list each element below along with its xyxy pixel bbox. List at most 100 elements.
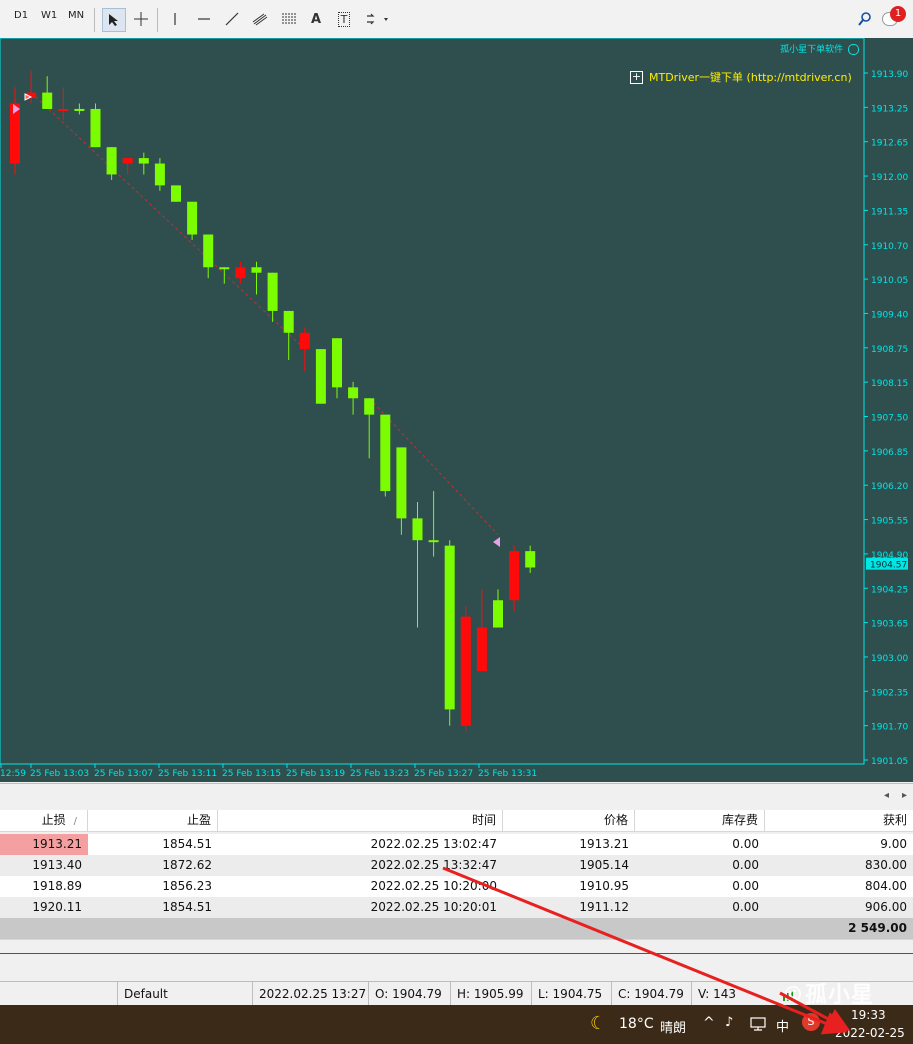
header-swap[interactable]: 库存费 [635, 810, 765, 831]
price-label: 1907.50 [871, 414, 908, 424]
candle-body [171, 185, 181, 202]
candle-body [380, 414, 391, 492]
candle-body [493, 600, 503, 628]
price-label: 1913.25 [871, 104, 908, 114]
crosshair-icon[interactable] [130, 8, 152, 30]
price-label: 1906.20 [871, 482, 908, 492]
cell-price: 1905.14 [579, 858, 629, 872]
price-label: 1901.05 [871, 757, 908, 767]
text-label-icon[interactable]: T [333, 8, 355, 30]
table-row[interactable]: 1913.21 1854.51 2022.02.25 13:02:47 1913… [0, 834, 913, 856]
time-label: 25 Feb 13:03 [30, 769, 89, 779]
header-time[interactable]: 时间 [218, 810, 503, 831]
candle-body [187, 201, 198, 235]
chart-scroll-strip: ◂ ▸ [0, 783, 913, 810]
price-label: 1903.65 [871, 620, 908, 630]
scroll-left-icon[interactable]: ◂ [884, 790, 889, 801]
price-label: 1903.00 [871, 654, 908, 664]
toolbar-separator [94, 8, 95, 32]
price-label: 1904.25 [871, 585, 908, 595]
cell-take-profit: 1854.51 [162, 900, 212, 914]
price-label: 1913.90 [871, 70, 908, 80]
status-profile[interactable]: Default [117, 982, 252, 1006]
price-label: 1909.40 [871, 310, 908, 320]
candle-body [74, 108, 85, 111]
trendline-icon[interactable] [221, 8, 243, 30]
candle-body [122, 158, 133, 164]
weather-temp[interactable]: 18°C [619, 1016, 654, 1032]
cell-profit: 906.00 [865, 900, 907, 914]
candle-body [251, 267, 262, 273]
timeframe-d1[interactable]: D1 [14, 10, 28, 21]
vertical-line-icon[interactable] [164, 8, 186, 30]
table-row[interactable]: 1918.89 1856.23 2022.02.25 10:20:00 1910… [0, 876, 913, 898]
fibonacci-icon[interactable] [278, 8, 300, 30]
price-label: 1908.75 [871, 345, 908, 355]
candle-body [203, 234, 214, 268]
candlestick-chart[interactable]: 1913.90 1913.25 1912.65 1912.00 1911.35 1910.… [0, 38, 913, 782]
candle-body [412, 518, 423, 541]
scroll-right-icon[interactable]: ▸ [902, 790, 907, 801]
status-close: C: 1904.79 [611, 982, 692, 1006]
table-row[interactable]: 1920.11 1854.51 2022.02.25 10:20:01 1911… [0, 897, 913, 919]
table-row[interactable]: 1913.40 1872.62 2022.02.25 13:32:47 1905… [0, 855, 913, 877]
input-method-indicator[interactable]: 中 [776, 1016, 789, 1035]
time-label: 25 Feb 13:11 [158, 769, 217, 779]
header-stop-loss[interactable]: 止损 / [0, 810, 88, 831]
candle-body [364, 398, 375, 415]
candle-body [154, 163, 165, 186]
candle-body [90, 108, 101, 148]
price-chart[interactable]: 1913.90 1913.25 1912.65 1912.00 1911.35 1910.… [0, 38, 913, 782]
timeframe-mn[interactable]: MN [68, 10, 84, 21]
notification-icon[interactable]: 1 [880, 6, 906, 30]
status-bar: Default 2022.02.25 13:27 O: 1904.79 H: 1… [0, 981, 913, 1006]
sort-indicator-icon: / [73, 816, 77, 827]
header-take-profit[interactable]: 止盈 [88, 810, 218, 831]
weather-text[interactable]: 晴朗 [660, 1017, 686, 1036]
table-total-row: 2 549.00 [0, 918, 913, 940]
price-label: 1911.35 [871, 207, 908, 217]
horizontal-line-icon[interactable] [193, 8, 215, 30]
cell-swap: 0.00 [732, 858, 759, 872]
text-tool-icon[interactable]: A [305, 8, 327, 30]
cell-take-profit: 1872.62 [162, 858, 212, 872]
candle-body [235, 267, 246, 279]
header-profit[interactable]: 获利 [765, 810, 913, 831]
plus-icon[interactable]: + [630, 70, 643, 84]
cell-stop-loss: 1913.40 [32, 858, 82, 872]
candle-body [299, 332, 310, 350]
network-icon[interactable] [750, 1017, 766, 1034]
toolbar-separator [157, 8, 158, 32]
time-label: 25 Feb 13:15 [222, 769, 281, 779]
status-open: O: 1904.79 [368, 982, 449, 1006]
candle-body [219, 267, 230, 270]
time-label: 12:59 [0, 769, 26, 779]
header-price[interactable]: 价格 [503, 810, 635, 831]
chart-credit-text: 孤小星下单软件 [780, 45, 844, 55]
notification-badge: 1 [890, 6, 906, 22]
equidistant-channel-icon[interactable] [249, 8, 271, 30]
status-volume: V: 143 [691, 982, 744, 1006]
cursor-arrow-icon[interactable] [102, 8, 126, 32]
cell-profit: 9.00 [880, 837, 907, 851]
candle-body [106, 147, 117, 175]
chevron-up-icon[interactable]: ^ [703, 1015, 715, 1031]
candle-body [476, 627, 487, 672]
clock-date[interactable]: 2022-02-25 [835, 1026, 905, 1040]
price-label: 1912.65 [871, 139, 908, 149]
cell-price: 1911.12 [579, 900, 629, 914]
cell-take-profit: 1856.23 [162, 879, 212, 893]
sogou-icon[interactable]: S [802, 1013, 820, 1031]
price-label: 1912.00 [871, 173, 908, 183]
timeframe-w1[interactable]: W1 [41, 10, 57, 21]
time-label: 25 Feb 13:23 [350, 769, 409, 779]
mtdriver-banner[interactable]: + MTDriver一键下单 (http://mtdriver.cn) [630, 69, 852, 85]
clock-time[interactable]: 19:33 [851, 1008, 886, 1022]
search-icon[interactable] [854, 8, 876, 30]
cell-swap: 0.00 [732, 879, 759, 893]
table-divider [0, 953, 913, 954]
speaker-icon[interactable]: ♪ [725, 1015, 733, 1030]
arrows-dropdown-icon[interactable] [363, 8, 393, 30]
candle-body [332, 338, 342, 388]
cell-time: 2022.02.25 13:02:47 [370, 837, 497, 851]
